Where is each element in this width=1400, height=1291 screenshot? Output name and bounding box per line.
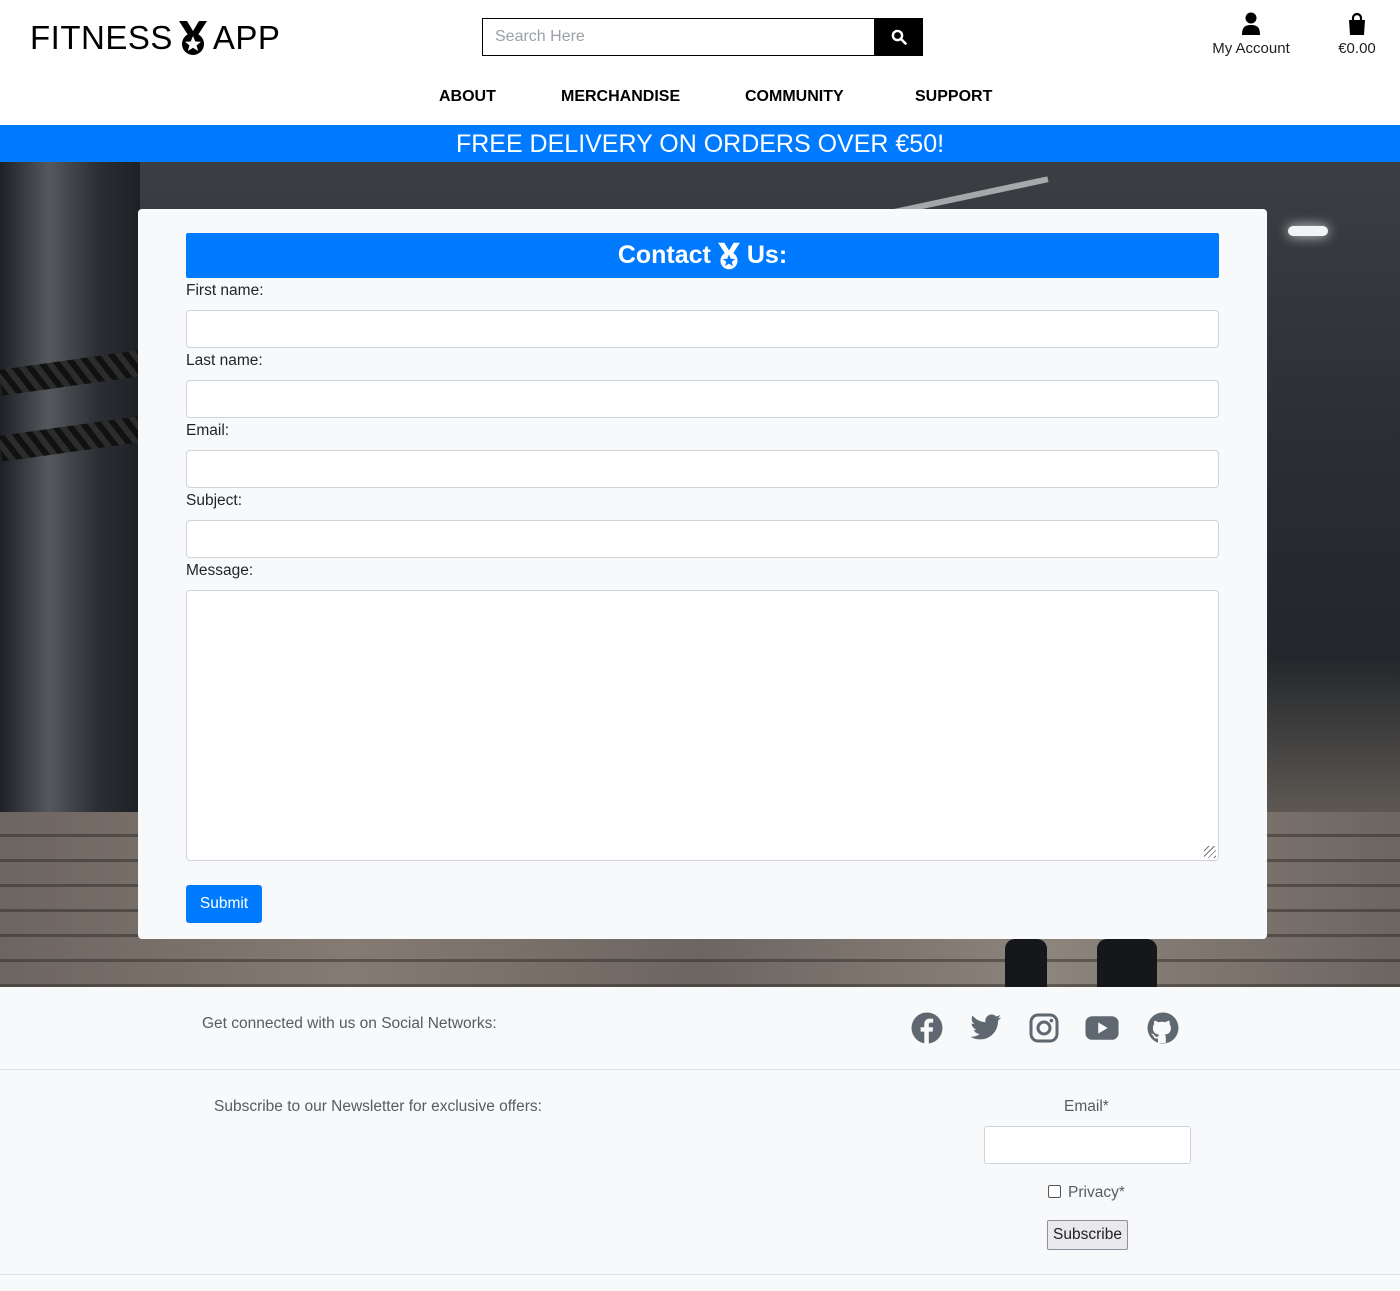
github-icon[interactable] bbox=[1146, 1011, 1180, 1045]
logo-text-right: APP bbox=[212, 19, 281, 56]
privacy-checkbox[interactable] bbox=[1048, 1185, 1061, 1198]
contact-title: Contact Us: bbox=[186, 233, 1219, 278]
privacy-label: Privacy* bbox=[1068, 1184, 1125, 1201]
medal-icon bbox=[717, 242, 740, 269]
medal-icon bbox=[178, 21, 207, 55]
last-name-label: Last name: bbox=[186, 352, 263, 369]
logo[interactable]: FITNESS APP bbox=[30, 18, 280, 58]
nav-support[interactable]: SUPPORT bbox=[915, 88, 992, 106]
instagram-icon[interactable] bbox=[1027, 1011, 1061, 1045]
background-athlete-leg bbox=[1005, 939, 1047, 987]
search-button[interactable] bbox=[874, 18, 923, 56]
newsletter-email-label: Email* bbox=[1064, 1098, 1109, 1115]
newsletter-section: Subscribe to our Newsletter for exclusiv… bbox=[0, 1070, 1400, 1275]
newsletter-text: Subscribe to our Newsletter for exclusiv… bbox=[214, 1098, 542, 1115]
first-name-field[interactable] bbox=[186, 310, 1219, 348]
first-name-label: First name: bbox=[186, 282, 264, 299]
submit-button[interactable]: Submit bbox=[186, 885, 262, 923]
search-input[interactable] bbox=[482, 18, 874, 56]
subscribe-button[interactable]: Subscribe bbox=[1047, 1220, 1128, 1250]
cart-link[interactable]: €0.00 bbox=[1322, 12, 1392, 57]
email-label: Email: bbox=[186, 422, 230, 439]
subject-label: Subject: bbox=[186, 492, 243, 509]
message-label: Message: bbox=[186, 562, 254, 579]
search-icon bbox=[891, 29, 907, 45]
cart-total: €0.00 bbox=[1338, 40, 1376, 57]
message-textarea[interactable] bbox=[186, 590, 1219, 861]
contact-form-card: Contact Us: First name: Last name: Email… bbox=[138, 209, 1267, 939]
footer-bottom bbox=[0, 1275, 1400, 1291]
subject-field[interactable] bbox=[186, 520, 1219, 558]
twitter-icon[interactable] bbox=[969, 1011, 1003, 1045]
email-field[interactable] bbox=[186, 450, 1219, 488]
last-name-field[interactable] bbox=[186, 380, 1219, 418]
delivery-banner: FREE DELIVERY ON ORDERS OVER €50! bbox=[0, 125, 1400, 162]
search-bar bbox=[482, 18, 923, 56]
my-account-link[interactable]: My Account bbox=[1200, 12, 1302, 57]
background-window bbox=[0, 162, 140, 822]
site-header: FITNESS APP My Account €0.00 A bbox=[0, 0, 1400, 125]
youtube-icon[interactable] bbox=[1085, 1011, 1119, 1045]
contact-title-right: Us: bbox=[746, 241, 788, 269]
contact-title-left: Contact bbox=[617, 241, 711, 269]
background-athlete-leg bbox=[1097, 939, 1157, 987]
newsletter-email-field[interactable] bbox=[984, 1126, 1191, 1164]
facebook-icon[interactable] bbox=[910, 1011, 944, 1045]
nav-merchandise[interactable]: MERCHANDISE bbox=[561, 88, 680, 106]
background-lamp bbox=[1288, 226, 1328, 236]
shopping-bag-icon bbox=[1349, 12, 1365, 35]
social-text: Get connected with us on Social Networks… bbox=[202, 1015, 497, 1032]
social-bar: Get connected with us on Social Networks… bbox=[0, 987, 1400, 1070]
resize-handle[interactable] bbox=[1204, 846, 1216, 858]
user-icon bbox=[1242, 12, 1260, 35]
nav-about[interactable]: ABOUT bbox=[439, 88, 496, 106]
my-account-label: My Account bbox=[1212, 40, 1290, 57]
logo-text-left: FITNESS bbox=[30, 19, 173, 56]
main-nav: ABOUT MERCHANDISE COMMUNITY SUPPORT bbox=[0, 88, 1400, 110]
nav-community[interactable]: COMMUNITY bbox=[745, 88, 844, 106]
